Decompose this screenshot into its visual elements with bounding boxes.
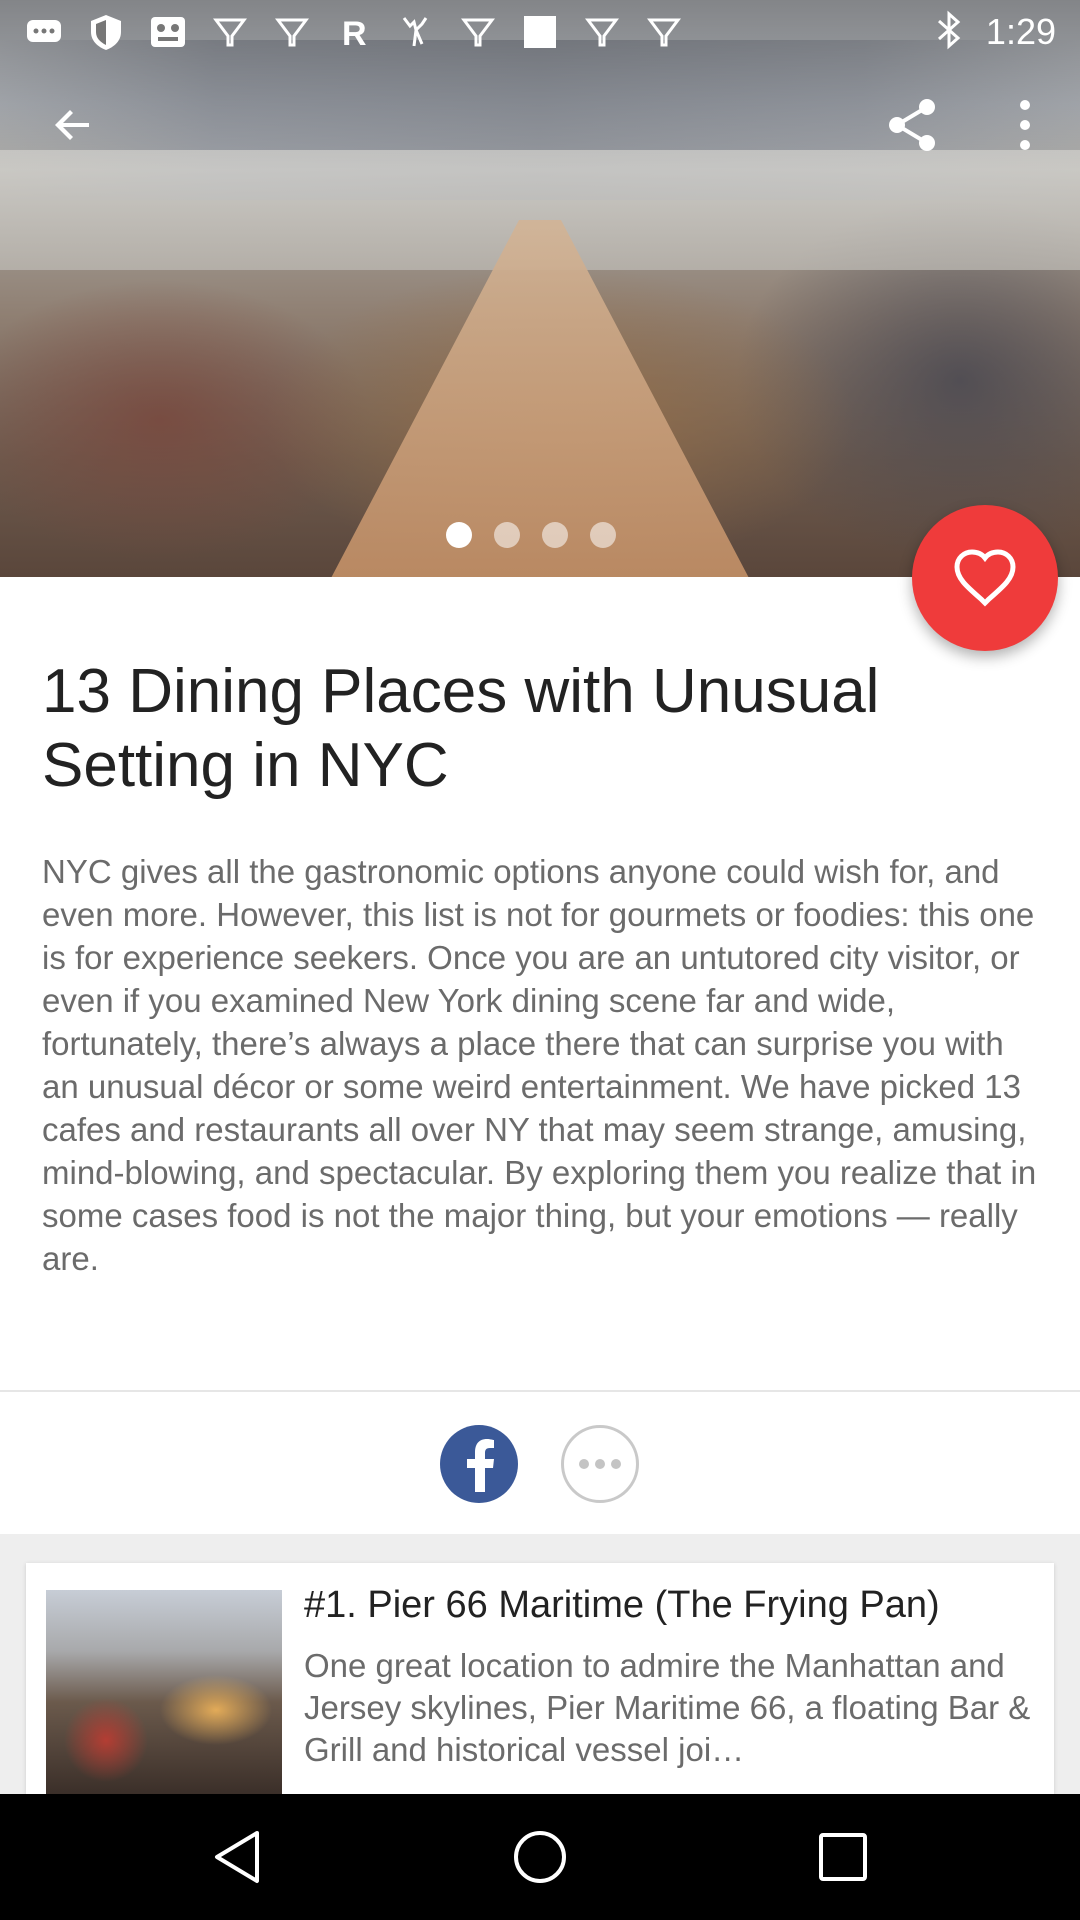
bluetooth-icon <box>934 10 964 55</box>
square-icon <box>520 12 560 52</box>
facebook-share-button[interactable] <box>440 1425 518 1503</box>
chat-icon <box>24 12 64 52</box>
game-icon <box>148 12 188 52</box>
lightbulb-icon <box>458 12 498 52</box>
list-item[interactable]: #1. Pier 66 Maritime (The Frying Pan) On… <box>26 1563 1054 1794</box>
list-item-thumbnail <box>46 1590 282 1794</box>
carousel-dot[interactable] <box>446 522 472 548</box>
nav-recents-icon <box>819 1833 867 1881</box>
more-share-button[interactable] <box>561 1425 639 1503</box>
lightbulb-icon <box>582 12 622 52</box>
status-time: 1:29 <box>985 11 1056 52</box>
deer-icon <box>396 12 436 52</box>
heart-outline-icon <box>954 549 1016 607</box>
lightbulb-icon <box>272 12 312 52</box>
nav-home-button[interactable] <box>495 1812 585 1902</box>
nav-recents-button[interactable] <box>798 1812 888 1902</box>
list-item-description: One great location to admire the Manhatt… <box>304 1647 1031 1768</box>
share-button[interactable] <box>868 80 958 170</box>
lightbulb-icon <box>210 12 250 52</box>
share-icon <box>889 99 935 151</box>
arrow-back-icon <box>55 110 89 140</box>
carousel-indicator <box>446 522 616 548</box>
carousel-dot[interactable] <box>542 522 568 548</box>
more-horiz-icon <box>579 1459 589 1469</box>
nav-home-icon <box>514 1831 566 1883</box>
lightbulb-icon <box>644 12 684 52</box>
app-bar <box>0 80 1080 190</box>
back-button[interactable] <box>28 80 118 170</box>
favorite-button[interactable] <box>912 505 1058 651</box>
more-vert-icon <box>1020 100 1030 150</box>
nav-back-icon <box>215 1831 259 1883</box>
shield-icon <box>86 12 126 52</box>
r-app-icon: R <box>334 12 374 53</box>
notification-icons: R <box>24 12 684 53</box>
navigation-bar <box>0 1794 1080 1920</box>
list-item-title: #1. Pier 66 Maritime (The Frying Pan) <box>304 1584 940 1626</box>
article-body: NYC gives all the gastronomic options an… <box>42 853 1037 1277</box>
status-bar: R 1:29 <box>0 0 1080 64</box>
carousel-dot[interactable] <box>590 522 616 548</box>
nav-back-button[interactable] <box>192 1812 282 1902</box>
share-row <box>0 1392 1080 1534</box>
carousel-dot[interactable] <box>494 522 520 548</box>
facebook-icon <box>467 1439 494 1492</box>
article-title: 13 Dining Places with Unusual Setting in… <box>42 657 880 800</box>
svg-text:R: R <box>342 15 367 52</box>
more-options-button[interactable] <box>980 80 1070 170</box>
